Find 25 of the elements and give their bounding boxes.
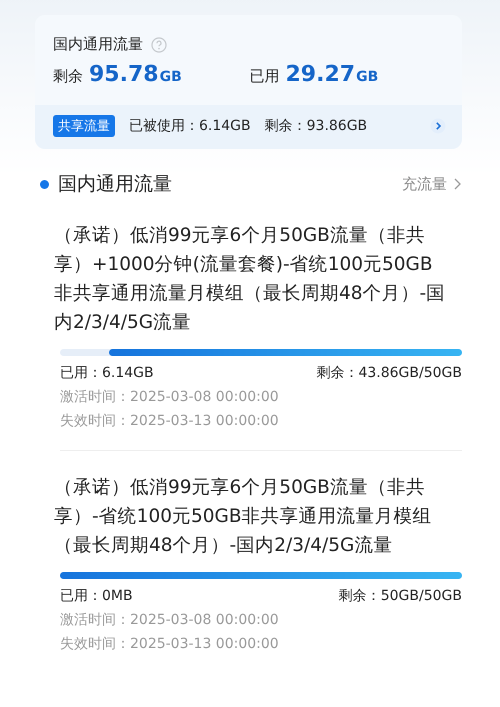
remaining-value: 95.78 — [89, 62, 159, 87]
recharge-link[interactable]: 充流量 — [402, 174, 462, 194]
remaining-label: 剩余 — [53, 67, 83, 86]
remaining-amount: 剩余：43.86GB/50GB — [316, 364, 462, 382]
summary-title: 国内通用流量 — [53, 35, 143, 54]
package-name: （承诺）低消99元享6个月50GB流量（非共享）+1000分钟(流量套餐)-省统100元50GB非共享通用流量月模组（最长周期48个月）-国内2/3/4/5G流量 — [54, 224, 446, 335]
bullet-icon — [40, 180, 49, 188]
used-value: 29.27 — [286, 62, 356, 87]
remaining-unit: GB — [160, 69, 182, 85]
remaining-amount: 剩余：50GB/50GB — [338, 587, 462, 605]
package-name: （承诺）低消99元享6个月50GB流量（非共享）-省统100元50GB非共享通用流量月模组（最长周期48个月）-国内2/3/4/5G流量 — [54, 476, 433, 558]
chevron-right-icon — [453, 177, 462, 191]
activation-time: 激活时间：2025-03-08 00:00:00 — [60, 611, 280, 629]
shared-used-text: 已被使用：6.14GB — [129, 117, 251, 135]
chevron-right-icon[interactable] — [430, 118, 446, 134]
shared-tag: 共享流量 — [53, 115, 115, 137]
used-amount: 已用：6.14GB — [60, 364, 154, 382]
used-amount: 已用：0MB — [60, 587, 133, 605]
shared-remaining-text: 剩余：93.86GB — [264, 117, 368, 135]
expiry-time: 失效时间：2025-03-13 00:00:00 — [60, 412, 280, 430]
expiry-time: 失效时间：2025-03-13 00:00:00 — [60, 635, 280, 653]
used-unit: GB — [356, 69, 378, 85]
used-label: 已用 — [250, 67, 280, 86]
section-title: 国内通用流量 — [58, 172, 172, 197]
activation-time: 激活时间：2025-03-08 00:00:00 — [60, 388, 280, 406]
